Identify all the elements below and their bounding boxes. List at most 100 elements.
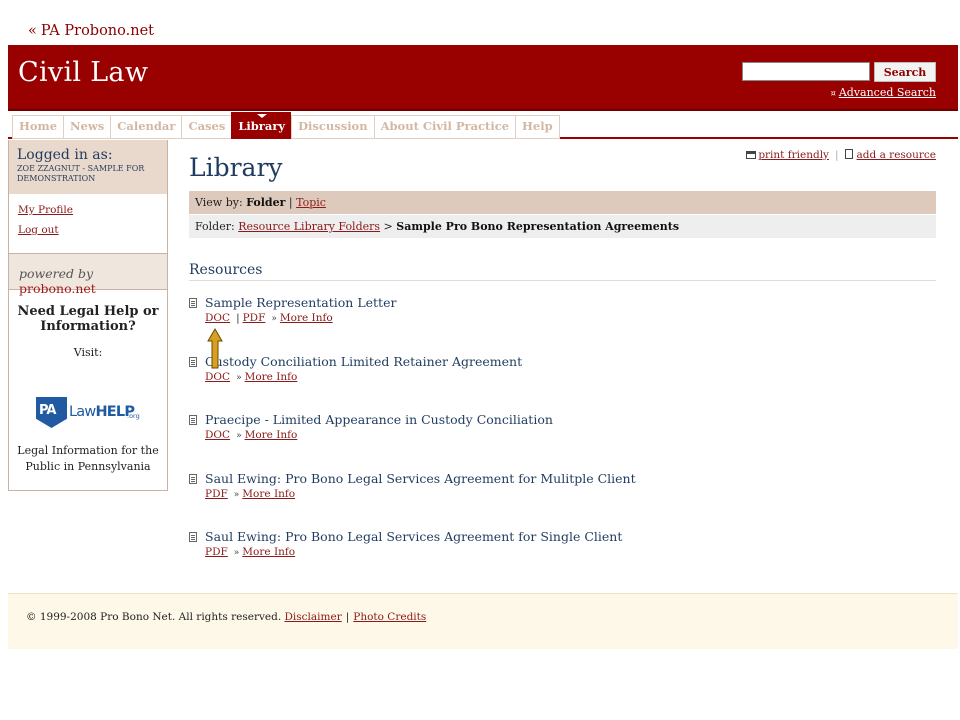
- more-info: » More Info: [271, 312, 332, 324]
- resource-title[interactable]: Sample Representation Letter: [205, 295, 936, 311]
- format-link-pdf[interactable]: PDF: [205, 546, 228, 558]
- resource-links: DOC » More Info: [205, 371, 936, 383]
- breadcrumb-separator: >: [383, 220, 393, 233]
- search-button[interactable]: Search: [874, 62, 936, 82]
- annotation-arrow-shape: [207, 328, 223, 369]
- resource-item: Sample Representation Letter DOC | PDF » More…: [189, 295, 936, 354]
- sidebar: Logged in as: ZOE ZZAGNUT - SAMPLE FOR D…: [8, 140, 168, 491]
- more-info: » More Info: [234, 488, 295, 500]
- powered-by: powered by probono.net: [9, 254, 167, 296]
- resources-heading: Resources: [189, 262, 936, 281]
- resource-doc-icon: [189, 415, 197, 425]
- my-profile-link[interactable]: My Profile: [18, 204, 158, 216]
- format-link-pdf[interactable]: PDF: [205, 488, 228, 500]
- view-by-separator: |: [288, 196, 293, 209]
- resource-item: Praecipe - Limited Appearance in Custody…: [189, 412, 936, 471]
- legal-info-text: Legal Information for the Public in Penn…: [17, 444, 159, 473]
- lawhelp-law-text: Law: [69, 404, 96, 420]
- resource-links: DOC » More Info: [205, 429, 936, 441]
- advanced-search-mark-icon: ¤: [830, 89, 836, 98]
- site-title: Civil Law: [18, 57, 149, 88]
- document-icon: [844, 149, 853, 159]
- print-friendly-link[interactable]: print friendly: [758, 149, 829, 161]
- more-info-link[interactable]: More Info: [242, 546, 295, 558]
- account-links: My Profile Log out: [9, 194, 167, 254]
- photo-credits-link[interactable]: Photo Credits: [353, 611, 426, 623]
- format-separator: |: [236, 312, 240, 324]
- back-link-pa-probono[interactable]: «PA Probono.net: [28, 23, 154, 39]
- more-info-marker-icon: »: [236, 431, 242, 441]
- tab-cases[interactable]: Cases: [181, 115, 232, 139]
- resource-doc-icon: [189, 473, 197, 484]
- need-help-heading: Need Legal Help or Information?: [17, 304, 159, 334]
- resource-doc-icon: [189, 532, 197, 542]
- tab-home[interactable]: Home: [12, 115, 64, 139]
- current-folder: Sample Pro Bono Representation Agreement…: [396, 220, 680, 233]
- view-by-topic-link[interactable]: Topic: [296, 196, 326, 209]
- site-header: Civil Law Search ¤ Advanced Search: [8, 45, 958, 111]
- search-input[interactable]: [742, 62, 870, 81]
- format-link-doc[interactable]: DOC: [205, 371, 230, 383]
- format-link-pdf[interactable]: PDF: [243, 312, 266, 324]
- more-info: » More Info: [236, 371, 297, 383]
- page-actions: print friendly | add a resource: [746, 149, 936, 161]
- back-arrow-icon: «: [28, 23, 37, 39]
- copyright-text: © 1999-2008 Pro Bono Net. All rights res…: [26, 611, 282, 623]
- resource-item: Custody Conciliation Limited Retainer Ag…: [189, 354, 936, 413]
- page-title: Library: [189, 153, 283, 182]
- resource-doc-icon: [189, 298, 197, 308]
- footer: © 1999-2008 Pro Bono Net. All rights res…: [8, 593, 958, 649]
- nav-tabs: Home News Calendar Cases Library Discussion Ab…: [8, 111, 958, 139]
- more-info-marker-icon: »: [233, 548, 240, 558]
- format-link-doc[interactable]: DOC: [205, 312, 230, 324]
- view-by-folder: Folder: [246, 196, 286, 209]
- tab-library[interactable]: Library: [231, 112, 292, 139]
- resource-links: PDF » More Info: [205, 488, 936, 500]
- tab-calendar[interactable]: Calendar: [110, 115, 182, 139]
- advanced-search-link[interactable]: Advanced Search: [839, 86, 936, 99]
- resource-title[interactable]: Saul Ewing: Pro Bono Legal Services Agre…: [205, 529, 936, 545]
- format-link-doc[interactable]: DOC: [205, 429, 230, 441]
- view-by-label: View by:: [195, 196, 243, 209]
- print-icon: [746, 151, 757, 159]
- folder-breadcrumb: Folder: Resource Library Folders > Sampl…: [189, 215, 936, 238]
- lawhelp-wordmark: LawHELP: [69, 404, 135, 420]
- actions-separator: |: [834, 149, 839, 161]
- tab-discussion[interactable]: Discussion: [291, 115, 374, 139]
- powered-by-label: powered by: [19, 266, 94, 281]
- visit-label: Visit:: [73, 346, 103, 359]
- logged-in-user: ZOE ZZAGNUT - SAMPLE FOR DEMONSTRATION: [17, 164, 145, 183]
- annotation-arrow-icon: [207, 328, 223, 369]
- view-by-bar: View by: Folder | Topic: [189, 191, 936, 214]
- footer-separator: |: [345, 611, 350, 623]
- add-resource-link[interactable]: add a resource: [857, 149, 936, 161]
- back-link-label: PA Probono.net: [40, 23, 154, 39]
- lawhelp-org-text: .org: [127, 412, 140, 420]
- resource-library-folders-link[interactable]: Resource Library Folders: [238, 220, 380, 233]
- log-out-link[interactable]: Log out: [18, 224, 158, 236]
- resource-item: Saul Ewing: Pro Bono Legal Services Agre…: [189, 471, 936, 530]
- tab-news[interactable]: News: [63, 115, 111, 139]
- tab-help[interactable]: Help: [515, 115, 560, 139]
- lawhelp-logo[interactable]: PA LawHELP .org: [36, 397, 140, 431]
- tab-about-civil-practice[interactable]: About Civil Practice: [373, 115, 516, 139]
- more-info: » More Info: [234, 546, 295, 558]
- more-info-link[interactable]: More Info: [242, 488, 295, 500]
- resource-title[interactable]: Praecipe - Limited Appearance in Custody…: [205, 412, 936, 428]
- more-info-link[interactable]: More Info: [245, 371, 298, 383]
- more-info-marker-icon: »: [236, 372, 242, 383]
- more-info-link[interactable]: More Info: [245, 429, 298, 441]
- resource-item: Saul Ewing: Pro Bono Legal Services Agre…: [189, 529, 936, 588]
- disclaimer-link[interactable]: Disclaimer: [285, 611, 342, 623]
- resource-links: DOC | PDF » More Info: [205, 312, 936, 324]
- powered-by-brand[interactable]: probono.net: [19, 281, 96, 296]
- more-info: » More Info: [236, 429, 297, 441]
- resource-title[interactable]: Custody Conciliation Limited Retainer Ag…: [205, 354, 936, 370]
- folder-label: Folder:: [195, 220, 235, 233]
- more-info-marker-icon: »: [271, 314, 277, 324]
- more-info-link[interactable]: More Info: [280, 312, 333, 324]
- resource-doc-icon: [189, 356, 197, 367]
- resource-links: PDF » More Info: [205, 546, 936, 558]
- login-box: Logged in as: ZOE ZZAGNUT - SAMPLE FOR D…: [9, 140, 167, 194]
- resource-title[interactable]: Saul Ewing: Pro Bono Legal Services Agre…: [205, 471, 936, 487]
